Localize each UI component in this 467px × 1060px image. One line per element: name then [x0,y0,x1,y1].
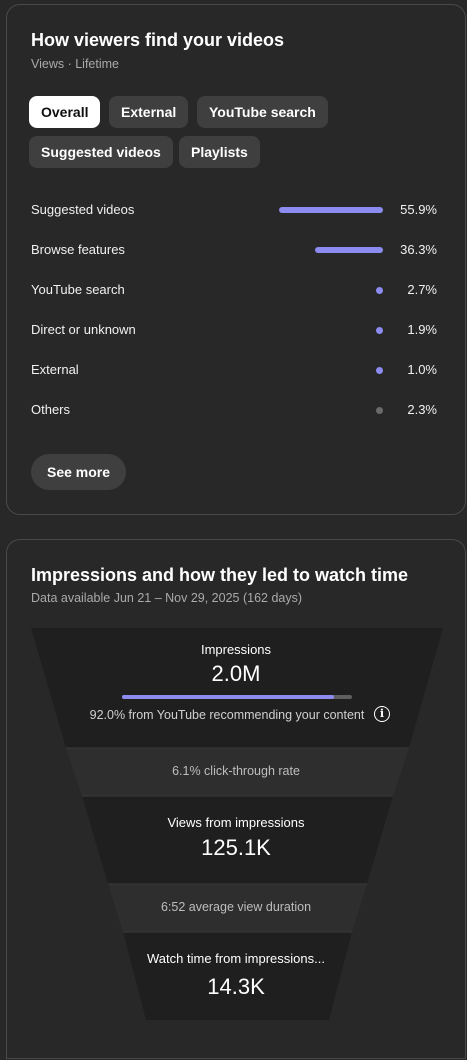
traffic-source-dot [376,286,383,294]
traffic-source-label: YouTube search [31,282,125,297]
traffic-source-row: External 1.0% [31,360,437,380]
traffic-source-label: Direct or unknown [31,322,136,337]
traffic-source-bar [279,207,383,213]
chip-external[interactable]: External [109,96,189,128]
chip-overall[interactable]: Overall [29,96,101,128]
traffic-source-percent: 2.3% [407,402,437,417]
info-icon[interactable]: i [374,706,390,722]
impressions-card: Impressions and how they led to watch ti… [6,539,466,1059]
traffic-source-label: External [31,362,79,377]
chip-suggested-videos[interactable]: Suggested videos [29,136,173,168]
traffic-source-percent: 36.3% [400,242,437,257]
traffic-sources-card: How viewers find your videos Views · Lif… [6,4,466,515]
ctr-text: 6.1% click-through rate [172,764,300,778]
traffic-source-row: Suggested videos 55.9% [31,200,437,220]
impressions-value: 2.0M [211,661,261,686]
chip-playlists[interactable]: Playlists [179,136,260,168]
traffic-source-percent: 1.0% [407,362,437,377]
watch-label: Watch time from impressions... [147,951,325,966]
traffic-source-row: Direct or unknown 1.9% [31,320,437,340]
views-label: Views from impressions [167,815,305,830]
traffic-source-bar [315,247,383,253]
traffic-source-label: Suggested videos [31,202,135,217]
traffic-source-label: Browse features [31,242,125,257]
traffic-source-percent: 1.9% [407,322,437,337]
traffic-source-percent: 2.7% [407,282,437,297]
traffic-source-row: Browse features 36.3% [31,240,437,260]
views-value: 125.1K [201,835,271,860]
recommended-progress-fill [122,695,334,699]
impressions-label: Impressions [200,642,272,657]
chip-youtube-search[interactable]: YouTube search [197,96,328,128]
watch-value: 14.3K [207,974,265,999]
traffic-sources-title: How viewers find your videos [31,30,285,50]
recommended-progress-bar [122,695,352,699]
traffic-source-dot [376,366,383,374]
avd-text: 6:52 average view duration [160,900,312,914]
traffic-source-percent: 55.9% [400,202,437,217]
traffic-source-dot [376,406,383,414]
traffic-sources-subtitle: Views · Lifetime [31,57,119,71]
traffic-source-dot [376,326,383,334]
traffic-source-row: Others 2.3% [31,400,437,420]
traffic-source-label: Others [31,402,71,417]
see-more-button[interactable]: See more [31,454,127,490]
traffic-source-row: YouTube search 2.7% [31,280,437,300]
